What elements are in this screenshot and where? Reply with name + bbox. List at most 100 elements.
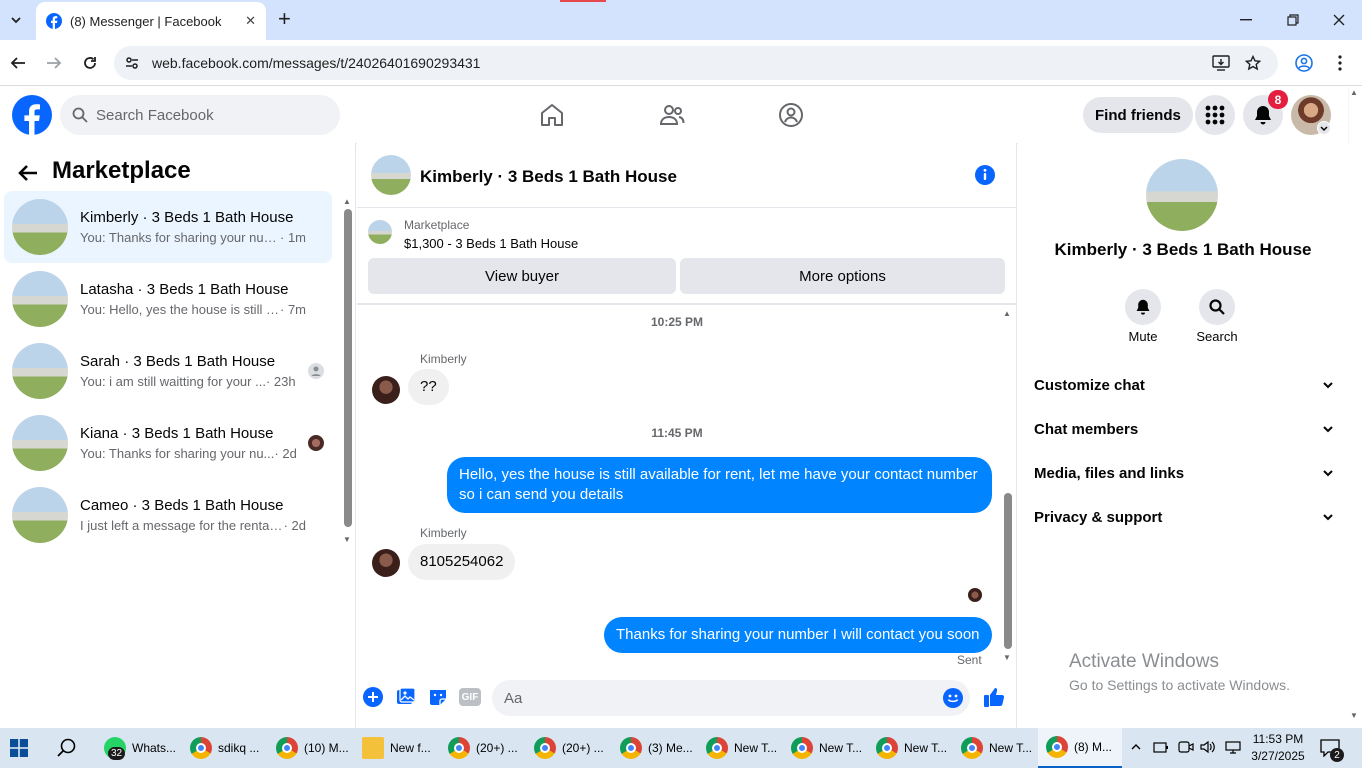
info-icon[interactable]	[974, 164, 996, 186]
reload-icon[interactable]	[80, 53, 100, 73]
conversation-list-scrollbar[interactable]	[344, 209, 352, 527]
scroll-up-icon[interactable]: ▲	[343, 197, 351, 206]
taskbar-item-chrome[interactable]: (10) M...	[276, 728, 349, 768]
scroll-down-icon[interactable]: ▼	[343, 535, 351, 544]
tab-search-chevron-icon[interactable]	[6, 10, 26, 30]
taskbar-item-chrome[interactable]: (20+) ...	[448, 728, 518, 768]
chat-header-name[interactable]: Kimberly · 3 Beds 1 Bath House	[420, 167, 677, 187]
minimize-window-icon[interactable]	[1236, 12, 1256, 28]
facebook-search-input[interactable]: Search Facebook	[60, 95, 340, 135]
taskbar-item-chrome[interactable]: (20+) ...	[534, 728, 604, 768]
like-thumb-icon[interactable]	[983, 686, 1005, 708]
taskbar-item-chrome[interactable]: New T...	[791, 728, 862, 768]
restore-window-icon[interactable]	[1284, 12, 1302, 28]
profile-icon[interactable]	[1294, 53, 1314, 73]
plus-icon[interactable]	[363, 687, 383, 707]
taskbar-label: (3) Me...	[648, 741, 693, 755]
facebook-logo-icon[interactable]	[12, 95, 52, 135]
groups-icon[interactable]	[777, 101, 805, 129]
tab-close-icon[interactable]: ✕	[245, 13, 256, 29]
sticker-icon[interactable]	[428, 687, 448, 707]
section-label: Chat members	[1034, 420, 1139, 438]
close-window-icon[interactable]	[1330, 12, 1348, 28]
chat-scrollbar[interactable]	[1004, 493, 1012, 649]
message-timestamp: 11:45 PM	[651, 426, 703, 440]
incoming-message[interactable]: 8105254062	[408, 544, 516, 580]
taskbar-item-chrome[interactable]: New T...	[876, 728, 947, 768]
search-icon	[72, 107, 88, 123]
sender-avatar[interactable]	[372, 549, 400, 577]
section-label: Privacy & support	[1034, 508, 1163, 526]
marketplace-title: Marketplace	[52, 157, 191, 184]
emoji-icon[interactable]	[943, 688, 963, 708]
taskbar-item-chrome[interactable]: sdikq ...	[190, 728, 259, 768]
chevron-down-icon	[1323, 426, 1333, 433]
windows-start-icon[interactable]	[10, 739, 28, 757]
media-files-links-section[interactable]: Media, files and links	[1034, 451, 1334, 495]
facebook-header: Search Facebook Find friends 8	[0, 87, 1348, 143]
address-bar[interactable]: web.facebook.com/messages/t/240264016902…	[114, 46, 1278, 80]
home-icon[interactable]	[538, 101, 566, 129]
photo-icon[interactable]	[396, 687, 416, 707]
install-app-icon[interactable]	[1212, 54, 1230, 72]
more-options-button[interactable]: More options	[680, 258, 1005, 294]
meet-now-icon[interactable]	[1178, 740, 1194, 754]
incoming-message[interactable]: ??	[408, 369, 449, 405]
conversation-item[interactable]: Latasha · 3 Beds 1 Bath House You: Hello…	[4, 263, 332, 335]
volume-icon[interactable]	[1200, 740, 1216, 754]
customize-chat-section[interactable]: Customize chat	[1034, 363, 1334, 407]
taskbar-label: New T...	[734, 741, 778, 755]
privacy-support-section[interactable]: Privacy & support	[1034, 495, 1334, 539]
sender-avatar[interactable]	[372, 376, 400, 404]
clock-date: 3/27/2025	[1251, 749, 1305, 763]
browser-menu-icon[interactable]	[1330, 53, 1350, 73]
listing-title[interactable]: $1,300 - 3 Beds 1 Bath House	[404, 236, 578, 251]
taskbar-item-chrome-active[interactable]: (8) M...	[1038, 728, 1122, 768]
outgoing-message[interactable]: Hello, yes the house is still available …	[447, 457, 992, 513]
conversation-item[interactable]: Kimberly · 3 Beds 1 Bath House You: Than…	[4, 191, 332, 263]
friends-icon[interactable]	[658, 101, 686, 129]
conversation-item[interactable]: Cameo · 3 Beds 1 Bath House I just left …	[4, 479, 332, 551]
menu-grid-button[interactable]	[1195, 95, 1235, 135]
taskbar-item-chrome[interactable]: (3) Me...	[620, 728, 693, 768]
site-info-icon[interactable]	[124, 55, 140, 71]
search-in-chat-button[interactable]	[1199, 289, 1235, 325]
network-icon[interactable]	[1225, 740, 1241, 754]
clock[interactable]: 11:53 PM 3/27/2025	[1250, 731, 1306, 765]
chat-info-pane: Kimberly · 3 Beds 1 Bath House Mute Sear…	[1018, 143, 1348, 728]
taskbar-item-chrome[interactable]: New T...	[961, 728, 1032, 768]
gif-button[interactable]: GIF	[459, 688, 481, 706]
back-arrow-icon[interactable]	[8, 53, 28, 73]
find-friends-button[interactable]: Find friends	[1083, 97, 1193, 133]
chrome-icon	[1046, 736, 1068, 758]
taskbar-label: New T...	[989, 741, 1033, 755]
taskbar-item-chrome[interactable]: New T...	[706, 728, 777, 768]
message-input[interactable]: Aa	[492, 680, 970, 716]
taskbar-search-icon[interactable]	[57, 738, 77, 758]
browser-tab-active[interactable]: (8) Messenger | Facebook ✕	[36, 2, 266, 40]
mute-button[interactable]	[1125, 289, 1161, 325]
scroll-down-icon[interactable]: ▼	[1003, 653, 1011, 662]
taskbar-label: New T...	[904, 741, 948, 755]
taskbar-item-file-explorer[interactable]: New f...	[362, 728, 431, 768]
scroll-up-icon[interactable]: ▲	[1003, 309, 1011, 318]
conversation-item[interactable]: Sarah · 3 Beds 1 Bath House You: i am st…	[4, 335, 332, 407]
chat-members-section[interactable]: Chat members	[1034, 407, 1334, 451]
page-scroll-down-icon[interactable]: ▼	[1350, 711, 1358, 720]
back-arrow-icon[interactable]	[16, 161, 40, 185]
url-text[interactable]: web.facebook.com/messages/t/240264016902…	[152, 55, 480, 71]
info-avatar[interactable]	[1146, 159, 1218, 231]
taskbar-item-whatsapp[interactable]: 32 Whats...	[104, 728, 176, 768]
account-chevron-icon[interactable]	[1317, 121, 1331, 135]
outgoing-message[interactable]: Thanks for sharing your number I will co…	[604, 617, 992, 653]
battery-icon[interactable]	[1153, 740, 1169, 754]
forward-arrow-icon[interactable]	[44, 53, 64, 73]
chrome-icon	[791, 737, 813, 759]
new-tab-button[interactable]: +	[278, 8, 291, 30]
bookmark-star-icon[interactable]	[1244, 54, 1262, 72]
conversation-item[interactable]: Kiana · 3 Beds 1 Bath House You: Thanks …	[4, 407, 332, 479]
page-scroll-up-icon[interactable]: ▲	[1350, 88, 1358, 97]
view-buyer-button[interactable]: View buyer	[368, 258, 676, 294]
chat-header-avatar[interactable]	[371, 155, 411, 195]
tray-chevron-up-icon[interactable]	[1130, 741, 1142, 753]
